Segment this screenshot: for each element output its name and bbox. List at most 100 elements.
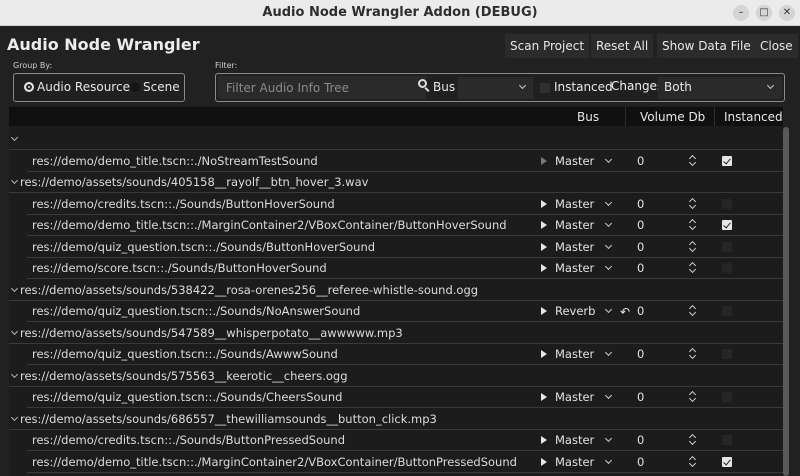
volume-spinner-icon[interactable] <box>689 218 697 231</box>
filter-input[interactable] <box>218 76 426 99</box>
volume-value[interactable]: 0 <box>637 154 644 168</box>
bus-filter-select[interactable] <box>458 77 533 99</box>
tree-group-row[interactable]: res://demo/assets/sounds/686557__thewill… <box>9 409 783 430</box>
tree-group-row[interactable] <box>9 129 783 150</box>
tree-row[interactable]: res://demo/quiz_question.tscn::./Sounds/… <box>9 344 783 365</box>
audio-info-tree[interactable]: Bus Volume Db Instanced? res://demo/demo… <box>9 106 783 476</box>
tree-row[interactable]: res://demo/credits.tscn::./Sounds/Button… <box>9 430 783 451</box>
bus-select[interactable]: Reverb <box>555 303 617 320</box>
bus-value: Master <box>555 454 595 469</box>
volume-value[interactable]: 0 <box>637 390 644 404</box>
volume-spinner-icon[interactable] <box>689 261 697 274</box>
instanced-checkbox[interactable] <box>722 392 732 402</box>
window-titlebar[interactable]: Audio Node Wrangler Addon (DEBUG) – □ ✕ <box>0 0 800 26</box>
tree-group-row[interactable]: res://demo/assets/sounds/547589__whisper… <box>9 323 783 344</box>
tree-row[interactable]: res://demo/demo_title.tscn::./MarginCont… <box>9 215 783 236</box>
minimize-icon[interactable]: – <box>733 5 749 21</box>
bus-select[interactable]: Master <box>555 196 617 213</box>
instanced-filter-checkbox[interactable] <box>540 83 550 93</box>
bus-select[interactable]: Master <box>555 260 617 277</box>
column-header-bus[interactable]: Bus <box>577 110 599 124</box>
volume-value[interactable]: 0 <box>637 347 644 361</box>
play-icon[interactable] <box>541 457 547 466</box>
instanced-checkbox[interactable] <box>722 456 732 467</box>
revert-icon[interactable]: ↶ <box>620 305 630 319</box>
tree-scrollbar[interactable] <box>783 127 789 476</box>
bus-select[interactable]: Master <box>555 153 617 170</box>
volume-spinner-icon[interactable] <box>689 455 697 468</box>
volume-value[interactable]: 0 <box>637 218 644 232</box>
bus-select[interactable]: Master <box>555 217 617 234</box>
volume-value[interactable]: 0 <box>637 304 644 318</box>
play-icon[interactable] <box>541 242 547 251</box>
play-icon[interactable] <box>541 393 547 401</box>
tree-row[interactable]: res://demo/quiz_question.tscn::./Sounds/… <box>9 237 783 258</box>
close-icon[interactable]: ✕ <box>779 5 795 21</box>
bus-select[interactable]: Master <box>555 239 617 256</box>
node-path: res://demo/quiz_question.tscn::./Sounds/… <box>32 390 343 404</box>
tree-row[interactable]: res://demo/score.tscn::./Sounds/ButtonHo… <box>9 258 783 279</box>
tree-row[interactable]: res://demo/demo_title.tscn::./MarginCont… <box>9 452 783 473</box>
chevron-down-icon[interactable] <box>10 413 19 421</box>
bus-select[interactable]: Master <box>555 389 617 406</box>
volume-value[interactable]: 0 <box>637 197 644 211</box>
tree-header: Bus Volume Db Instanced? <box>9 107 783 126</box>
play-icon[interactable] <box>541 350 547 358</box>
radio-scene-label[interactable]: Scene <box>143 80 180 94</box>
instanced-checkbox[interactable] <box>722 241 732 252</box>
bus-select[interactable]: Master <box>555 346 617 363</box>
chevron-down-icon[interactable] <box>10 284 19 292</box>
column-divider <box>714 107 715 126</box>
bus-select[interactable]: Master <box>555 454 617 471</box>
changes-filter-select[interactable]: Both <box>658 77 782 99</box>
tree-group-row[interactable]: res://demo/assets/sounds/405158__rayolf_… <box>9 172 783 193</box>
radio-scene[interactable] <box>130 82 140 92</box>
show-data-file-button[interactable]: Show Data File <box>657 34 756 58</box>
column-header-volume[interactable]: Volume Db <box>640 110 705 124</box>
play-icon[interactable] <box>541 436 547 444</box>
tree-row[interactable]: res://demo/credits.tscn::./Sounds/Button… <box>9 194 783 215</box>
column-header-instanced[interactable]: Instanced? <box>724 110 783 124</box>
chevron-down-icon[interactable] <box>10 133 19 142</box>
volume-value[interactable]: 0 <box>637 433 644 447</box>
radio-audio-resource[interactable] <box>24 82 34 92</box>
instanced-checkbox[interactable] <box>722 220 732 230</box>
instanced-checkbox[interactable] <box>722 349 732 359</box>
play-icon[interactable] <box>541 264 547 272</box>
volume-spinner-icon[interactable] <box>689 433 697 446</box>
node-path: res://demo/quiz_question.tscn::./Sounds/… <box>32 347 338 361</box>
tree-row[interactable]: res://demo/quiz_question.tscn::./Sounds/… <box>9 387 783 408</box>
tree-row[interactable]: res://demo/demo_title.tscn::./NoStreamTe… <box>9 151 783 172</box>
maximize-icon[interactable]: □ <box>756 5 772 21</box>
chevron-down-icon[interactable] <box>10 370 19 378</box>
play-icon[interactable] <box>541 221 547 229</box>
volume-spinner-icon[interactable] <box>689 197 697 210</box>
instanced-checkbox[interactable] <box>722 306 732 316</box>
volume-value[interactable]: 0 <box>637 455 644 469</box>
play-icon[interactable] <box>541 156 547 165</box>
volume-value[interactable]: 0 <box>637 261 644 275</box>
chevron-down-icon[interactable] <box>10 176 19 185</box>
tree-row[interactable]: res://demo/quiz_question.tscn::./Sounds/… <box>9 301 783 322</box>
instanced-checkbox[interactable] <box>722 263 732 273</box>
chevron-down-icon[interactable] <box>10 327 19 335</box>
close-button[interactable]: Close <box>755 34 798 58</box>
volume-spinner-icon[interactable] <box>689 304 697 317</box>
scan-project-button[interactable]: Scan Project <box>505 34 590 58</box>
volume-spinner-icon[interactable] <box>689 240 697 253</box>
volume-spinner-icon[interactable] <box>689 154 697 167</box>
play-icon[interactable] <box>541 199 547 208</box>
group-by-label: Group By: <box>13 61 53 70</box>
bus-select[interactable]: Master <box>555 432 617 449</box>
reset-all-button[interactable]: Reset All <box>591 34 654 58</box>
tree-group-row[interactable]: res://demo/assets/sounds/538422__rosa-or… <box>9 280 783 301</box>
volume-spinner-icon[interactable] <box>689 390 697 403</box>
instanced-checkbox[interactable] <box>722 155 732 166</box>
volume-spinner-icon[interactable] <box>689 347 697 360</box>
instanced-checkbox[interactable] <box>722 435 732 445</box>
radio-audio-resource-label[interactable]: Audio Resource <box>37 80 130 94</box>
volume-value[interactable]: 0 <box>637 240 644 254</box>
instanced-checkbox[interactable] <box>722 198 732 209</box>
tree-group-row[interactable]: res://demo/assets/sounds/575563__keeroti… <box>9 366 783 387</box>
play-icon[interactable] <box>541 307 547 315</box>
